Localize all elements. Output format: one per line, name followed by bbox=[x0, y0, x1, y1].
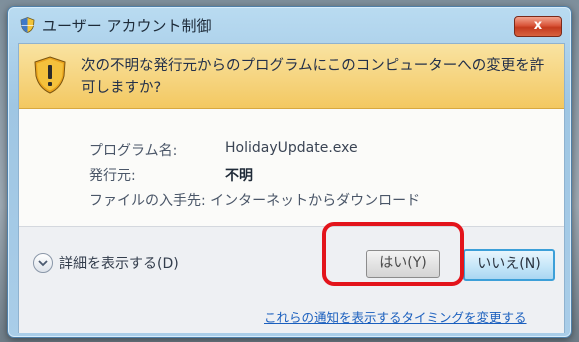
no-button[interactable]: いいえ(N) bbox=[463, 249, 555, 281]
uac-dialog: ユーザー アカウント制御 x 次の不明な発行元からのプログラムにこのコンピュータ… bbox=[7, 6, 572, 338]
banner-message: 次の不明な発行元からのプログラムにこのコンピューターへの変更を許可しますか? bbox=[81, 58, 545, 96]
publisher-value: 不明 bbox=[225, 168, 253, 184]
title-bar[interactable]: ユーザー アカウント制御 x bbox=[8, 7, 571, 43]
file-origin-text: ファイルの入手先: インターネットからダウンロード bbox=[89, 193, 421, 209]
warning-shield-icon bbox=[34, 56, 66, 94]
show-details-label: 詳細を表示する(D) bbox=[59, 256, 179, 272]
program-name-value: HolidayUpdate.exe bbox=[225, 140, 358, 156]
program-name-label: プログラム名: bbox=[89, 143, 178, 159]
chevron-down-icon bbox=[33, 253, 53, 273]
close-button[interactable]: x bbox=[514, 16, 562, 37]
warning-banner: 次の不明な発行元からのプログラムにこのコンピューターへの変更を許可しますか? bbox=[19, 44, 564, 109]
window-title: ユーザー アカウント制御 bbox=[42, 17, 212, 35]
notification-settings-link[interactable]: これらの通知を表示するタイミングを変更する bbox=[264, 307, 527, 326]
uac-shield-icon bbox=[20, 17, 35, 33]
dialog-footer: 詳細を表示する(D) はい(Y) いいえ(N) これらの通知を表示するタイミング… bbox=[19, 226, 564, 333]
publisher-label: 発行元: bbox=[89, 168, 136, 184]
dialog-content: 次の不明な発行元からのプログラムにこのコンピューターへの変更を許可しますか? プ… bbox=[18, 43, 565, 333]
red-highlight-outline bbox=[322, 222, 464, 286]
